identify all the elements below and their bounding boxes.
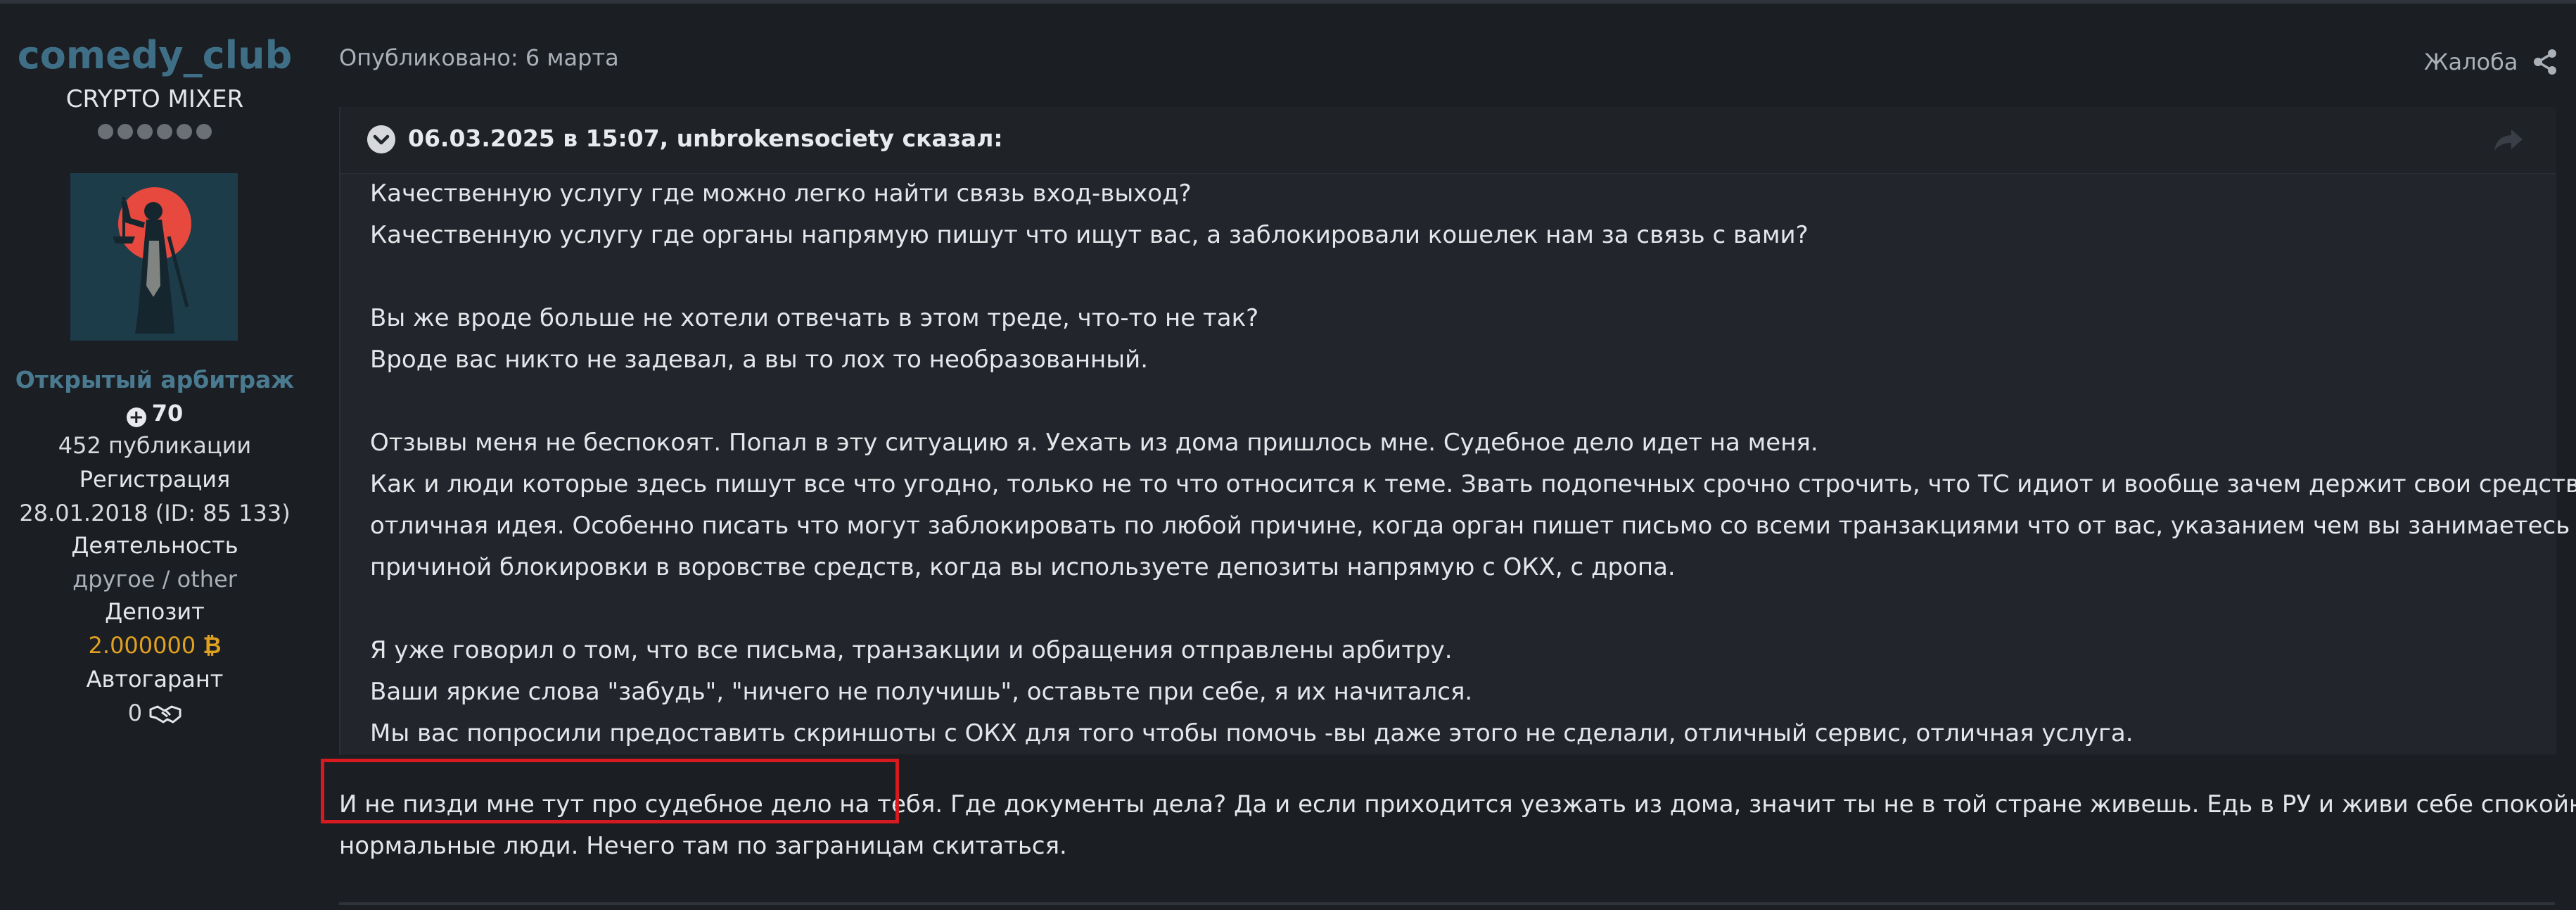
- user-group[interactable]: Открытый арбитраж: [0, 363, 310, 397]
- quote-line: Я уже говорил о том, что все письма, тра…: [370, 636, 1453, 664]
- post-published-date[interactable]: Опубликовано: 6 марта: [339, 42, 619, 73]
- quote-block: 06.03.2025 в 15:07, unbrokensociety сказ…: [339, 107, 2576, 754]
- top-divider: [0, 0, 2576, 4]
- guarantor-count: 0: [127, 700, 143, 726]
- quote-line: Вроде вас никто не задевал, а вы то лох …: [370, 346, 1149, 374]
- chevron-down-icon[interactable]: [367, 125, 395, 153]
- deposit-label: Депозит: [105, 598, 205, 625]
- share-icon[interactable]: [2531, 48, 2559, 76]
- reputation: +70: [0, 397, 310, 429]
- quote-line: Качественную услугу где можно легко найт…: [370, 179, 1192, 208]
- registration-label: Регистрация: [79, 466, 231, 493]
- author-panel: comedy_club CRYPTO MIXER Открытый арбитр…: [0, 0, 310, 910]
- author-username[interactable]: comedy_club: [0, 31, 310, 80]
- quote-line: причиной блокировки в воровстве средств,…: [370, 553, 1676, 581]
- reputation-value: 70: [151, 400, 184, 426]
- bitcoin-icon: ₿: [203, 632, 222, 659]
- quote-line: Ваши яркие слова "забудь", "ничего не по…: [370, 678, 1473, 706]
- registration-value: 28.01.2018 (ID: 85 133): [19, 500, 291, 526]
- quote-line: Мы вас попросили предоставить скриншоты …: [370, 719, 2134, 747]
- handshake-icon: [149, 705, 181, 723]
- red-highlight-box: [321, 759, 899, 823]
- guarantor-value: 0: [0, 697, 310, 729]
- quote-line: [370, 381, 2537, 422]
- activity-label: Деятельность: [71, 532, 238, 559]
- rank-pip: [98, 124, 113, 139]
- quote-line: Отзывы меня не беспокоят. Попал в эту си…: [370, 429, 1818, 457]
- avatar-image: [70, 173, 238, 341]
- quote-line: Вы же вроде больше не хотели отвечать в …: [370, 304, 1259, 332]
- rank-pip: [137, 124, 153, 139]
- rank-pip: [177, 124, 192, 139]
- report-link[interactable]: Жалоба: [2424, 46, 2518, 77]
- rank-pip: [157, 124, 172, 139]
- author-title: CRYPTO MIXER: [65, 85, 244, 113]
- plus-circle-icon: +: [126, 407, 146, 427]
- quote-line: Как и люди которые здесь пишут все что у…: [370, 470, 2576, 498]
- deposit-amount: 2.000000: [88, 632, 196, 659]
- avatar[interactable]: [70, 173, 238, 341]
- rank-pip: [117, 124, 133, 139]
- deposit-value: 2.000000 ₿: [0, 629, 310, 662]
- quote-line: [370, 256, 2537, 298]
- activity-value: другое / other: [72, 566, 237, 593]
- reply-arrow-icon[interactable]: [2493, 125, 2524, 153]
- rank-pips: [0, 124, 310, 139]
- reply-line: нормальные люди. Нечего там по заграница…: [339, 832, 1067, 860]
- quote-line: отличная идея. Особенно писать что могут…: [370, 512, 2576, 540]
- guarantor-label: Автогарант: [86, 666, 224, 693]
- post-bottom-divider: [339, 902, 2555, 905]
- rank-pip: [196, 124, 212, 139]
- quote-attribution[interactable]: 06.03.2025 в 15:07, unbrokensociety сказ…: [408, 122, 1003, 155]
- quote-header: 06.03.2025 в 15:07, unbrokensociety сказ…: [340, 107, 2556, 174]
- quote-line: Качественную услугу где органы напрямую …: [370, 221, 1809, 249]
- quote-body: Качественную услугу где можно легко найт…: [370, 173, 2576, 754]
- quote-line: [370, 588, 2537, 630]
- post-count: 452 публикации: [58, 432, 252, 459]
